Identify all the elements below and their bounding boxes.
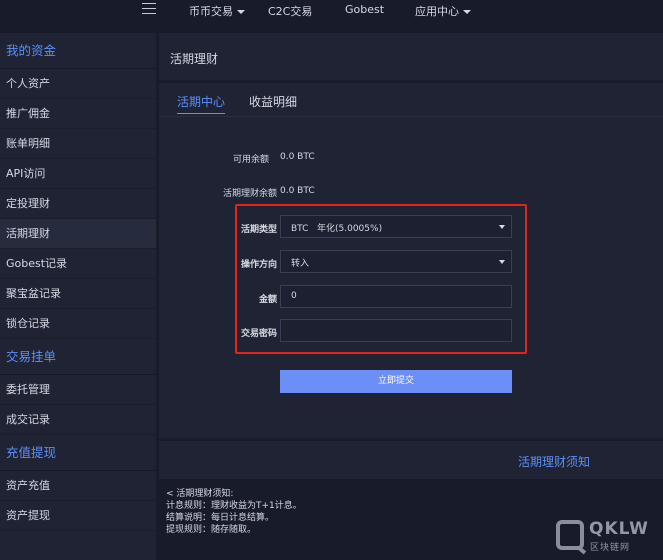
notice-line: 结算说明：每日计息结算。 [166, 513, 275, 523]
sidebar-item-api-access[interactable]: API访问 [0, 159, 156, 189]
notice-line: 计息规则：理财收益为T+1计息。 [166, 501, 302, 511]
sidebar: 我的资金 个人资产 推广佣金 账单明细 API访问 定投理财 活期理财 Gobe… [0, 33, 156, 560]
menu-icon[interactable] [142, 3, 156, 16]
watermark-icon [556, 520, 584, 550]
notice-line: < 活期理财须知: [166, 489, 234, 499]
tab-earnings-details[interactable]: 收益明细 [249, 93, 297, 110]
main-panel: 活期中心 收益明细 可用余额 0.0 BTC 活期理财余额 0.0 BTC 活期… [159, 83, 663, 438]
top-navbar: 币币交易 C2C交易 Gobest 应用中心 [0, 0, 663, 23]
nav-app-center[interactable]: 应用中心 [415, 3, 471, 19]
trade-password-input[interactable] [280, 319, 512, 342]
sidebar-item-flexible-savings[interactable]: 活期理财 [0, 219, 156, 249]
chevron-down-icon [463, 10, 471, 14]
nav-c2c-trading[interactable]: C2C交易 [268, 3, 312, 19]
sidebar-item-deposit[interactable]: 资产充值 [0, 471, 156, 501]
notice-line: 提现规则：随存随取。 [166, 525, 257, 535]
chevron-down-icon [499, 260, 505, 264]
notice-header: 活期理财须知 [159, 441, 663, 479]
submit-button[interactable]: 立即提交 [280, 370, 512, 393]
watermark-logo: QKLW 区块链网 [556, 519, 660, 555]
chevron-down-icon [499, 225, 505, 229]
savings-type-label: 活期类型 [240, 225, 277, 235]
sidebar-item-treasure-records[interactable]: 聚宝盆记录 [0, 279, 156, 309]
savings-balance-label: 活期理财余额 [222, 189, 277, 199]
amount-field[interactable] [291, 291, 491, 301]
notice-title: 活期理财须知 [518, 455, 591, 469]
available-balance-label: 可用余额 [232, 155, 269, 165]
sidebar-item-referral-commission[interactable]: 推广佣金 [0, 99, 156, 129]
notice-content: < 活期理财须知: 计息规则：理财收益为T+1计息。 结算说明：每日计息结算。 … [166, 488, 302, 536]
savings-balance-value: 0.0 BTC [280, 186, 315, 196]
savings-type-select[interactable]: BTC 年化(5.0005%) [280, 215, 512, 238]
page-title: 活期理财 [159, 33, 663, 80]
available-balance-value: 0.0 BTC [280, 152, 315, 162]
sidebar-item-personal-assets[interactable]: 个人资产 [0, 69, 156, 99]
sidebar-item-gobest-records[interactable]: Gobest记录 [0, 249, 156, 279]
direction-label: 操作方向 [240, 260, 277, 270]
trade-password-field[interactable] [291, 325, 491, 335]
chevron-down-icon [237, 10, 245, 14]
tab-flexible-center[interactable]: 活期中心 [177, 93, 226, 114]
tab-divider [159, 116, 663, 117]
direction-select[interactable]: 转入 [280, 250, 512, 273]
sidebar-section-deposit-withdraw: 充值提现 [0, 435, 156, 471]
amount-label: 金额 [258, 295, 277, 305]
sidebar-section-orders: 交易挂单 [0, 339, 156, 375]
trade-password-label: 交易密码 [240, 329, 277, 339]
sidebar-item-lock-records[interactable]: 锁仓记录 [0, 309, 156, 339]
sidebar-section-funds: 我的资金 [0, 33, 156, 69]
amount-input[interactable] [280, 285, 512, 308]
sidebar-item-withdraw[interactable]: 资产提现 [0, 501, 156, 531]
sidebar-item-fixed-investment[interactable]: 定投理财 [0, 189, 156, 219]
nav-gobest[interactable]: Gobest [345, 3, 384, 16]
sidebar-item-trade-records[interactable]: 成交记录 [0, 405, 156, 435]
sidebar-item-bill-details[interactable]: 账单明细 [0, 129, 156, 159]
sidebar-item-order-management[interactable]: 委托管理 [0, 375, 156, 405]
nav-spot-trading[interactable]: 币币交易 [189, 3, 245, 19]
